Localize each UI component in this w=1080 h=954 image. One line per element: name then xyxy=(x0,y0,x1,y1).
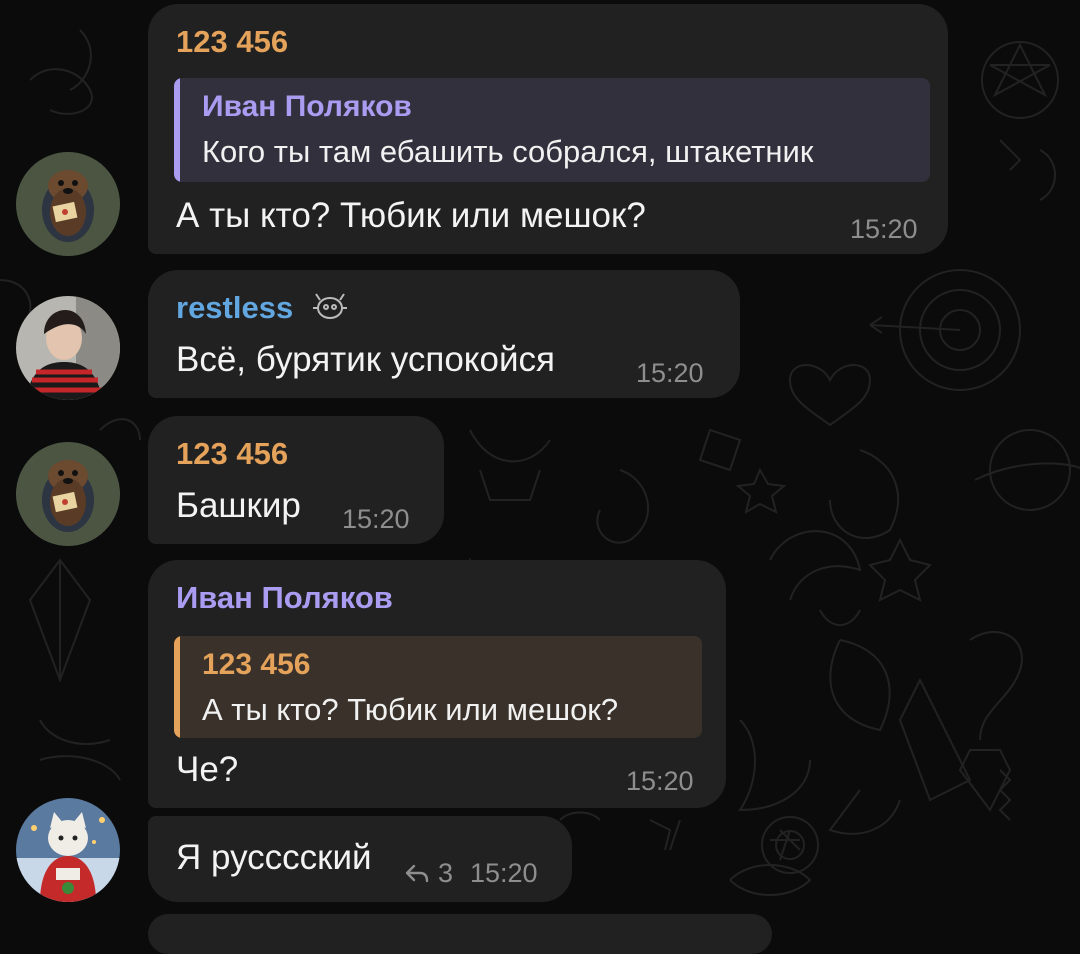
otter-avatar-icon xyxy=(16,442,120,546)
message-text: Башкир xyxy=(176,486,301,525)
message-bubble[interactable]: restless Всё, бурятик успокойся 15:20 xyxy=(148,270,740,398)
message-bubble[interactable]: 123 456 Башкир 15:20 xyxy=(148,416,444,544)
reply-quote-text: А ты кто? Тюбик или мешок? xyxy=(202,692,619,727)
reply-quote-author: 123 456 xyxy=(202,648,311,681)
avatar-otter[interactable] xyxy=(16,152,120,256)
sender-name[interactable]: 123 456 xyxy=(176,24,288,60)
replies-count[interactable]: 3 xyxy=(438,858,453,888)
message-text: Я русссский xyxy=(176,838,372,877)
reply-arrow-icon xyxy=(404,862,430,884)
reply-quote-author: Иван Поляков xyxy=(202,90,412,123)
avatar-restless[interactable] xyxy=(16,296,120,400)
message-time: 15:20 xyxy=(850,214,918,244)
otter-avatar-icon xyxy=(16,152,120,256)
sender-name[interactable]: Иван Поляков xyxy=(176,580,393,616)
reply-quote-text: Кого ты там ебашить собрался, штакетник xyxy=(202,134,814,169)
message-text: Че? xyxy=(176,750,239,789)
reply-quote[interactable]: 123 456 А ты кто? Тюбик или мешок? xyxy=(174,636,702,738)
message-bubble-partial[interactable] xyxy=(148,914,772,954)
person-avatar-icon xyxy=(16,296,120,400)
animated-emoji-status-icon[interactable] xyxy=(312,290,348,324)
message-time: 15:20 xyxy=(342,504,410,534)
message-text: А ты кто? Тюбик или мешок? xyxy=(176,196,646,235)
message-bubble[interactable]: 123 456 Иван Поляков Кого ты там ебашить… xyxy=(148,4,948,254)
message-time: 15:20 xyxy=(470,858,538,888)
reply-quote[interactable]: Иван Поляков Кого ты там ебашить собралс… xyxy=(174,78,930,182)
message-bubble[interactable]: Я русссский 3 15:20 xyxy=(148,816,572,902)
message-time: 15:20 xyxy=(626,766,694,796)
avatar-otter[interactable] xyxy=(16,442,120,546)
message-time: 15:20 xyxy=(636,358,704,388)
sender-name[interactable]: restless xyxy=(176,290,293,326)
reply-quote-bar xyxy=(174,636,180,738)
avatar-cat[interactable] xyxy=(16,798,120,902)
message-bubble[interactable]: Иван Поляков 123 456 А ты кто? Тюбик или… xyxy=(148,560,726,808)
sender-name[interactable]: 123 456 xyxy=(176,436,288,472)
cat-avatar-icon xyxy=(16,798,120,902)
reply-quote-bar xyxy=(174,78,180,182)
message-text: Всё, бурятик успокойся xyxy=(176,340,555,379)
